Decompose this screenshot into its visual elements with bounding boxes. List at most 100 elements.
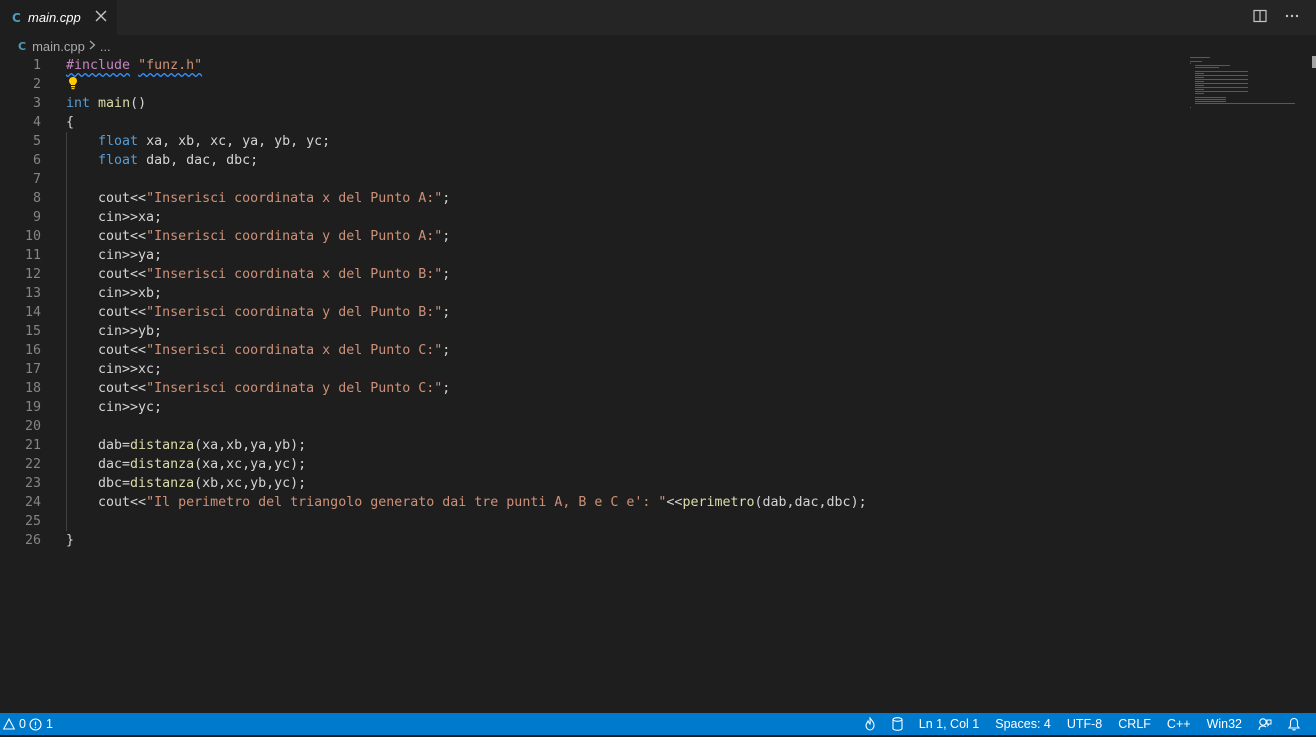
code-line[interactable]: 13 cin>>xb; xyxy=(0,284,1185,303)
language-mode[interactable]: C++ xyxy=(1159,713,1199,735)
code-token: perimetro xyxy=(682,495,755,510)
code-line[interactable]: 12 cout<<"Inserisci coordinata x del Pun… xyxy=(0,265,1185,284)
code-token: cout<< xyxy=(66,191,147,206)
code-line[interactable]: 26} xyxy=(0,531,1185,550)
indentation[interactable]: Spaces: 4 xyxy=(987,713,1059,735)
end-of-line[interactable]: CRLF xyxy=(1110,713,1159,735)
code-line[interactable]: 20 xyxy=(0,417,1185,436)
line-number: 5 xyxy=(32,134,41,149)
code-token: ; xyxy=(442,305,451,320)
code-token: cin>>xc; xyxy=(66,362,163,377)
code-line[interactable]: 23 dbc=distanza(xb,xc,yb,yc); xyxy=(0,474,1185,493)
close-icon[interactable] xyxy=(93,8,109,26)
flame-icon[interactable] xyxy=(856,713,884,735)
code-line[interactable]: 8 cout<<"Inserisci coordinata x del Punt… xyxy=(0,189,1185,208)
code-token: dab, dac, dbc; xyxy=(138,153,259,168)
lightbulb-icon[interactable] xyxy=(68,76,78,96)
code-line[interactable]: 6 float dab, dac, dbc; xyxy=(0,151,1185,170)
code-token: distanza xyxy=(130,438,195,453)
code-text: cin>>yb; xyxy=(66,322,162,341)
code-token: (xb,xc,yb,yc); xyxy=(194,476,307,491)
tab-main-cpp[interactable]: C main.cpp xyxy=(0,0,117,35)
code-line[interactable]: 11 cin>>ya; xyxy=(0,246,1185,265)
minimap-line xyxy=(1194,99,1226,100)
code-editor[interactable]: 1 #include "funz.h" 2 3 int main() 4{5 float … xyxy=(0,56,1185,713)
code-text: cout<<"Il perimetro del triangolo genera… xyxy=(66,493,867,512)
breadcrumb-symbols[interactable]: ... xyxy=(100,39,111,54)
minimap-line xyxy=(1194,83,1248,84)
minimap[interactable] xyxy=(1188,56,1304,116)
code-line[interactable]: 14 cout<<"Inserisci coordinata y del Pun… xyxy=(0,303,1185,322)
encoding[interactable]: UTF-8 xyxy=(1059,713,1110,735)
split-editor-icon[interactable] xyxy=(1252,8,1268,24)
code-line[interactable]: 2 xyxy=(0,75,1185,94)
code-token: (xa,xb,ya,yb); xyxy=(194,438,307,453)
code-text: cout<<"Inserisci coordinata y del Punto … xyxy=(66,379,450,398)
code-line[interactable]: 24 cout<<"Il perimetro del triangolo gen… xyxy=(0,493,1185,512)
line-number: 13 xyxy=(24,286,41,301)
database-icon[interactable] xyxy=(884,713,911,735)
code-token: cout<< xyxy=(66,229,147,244)
code-token: cout<< xyxy=(66,381,147,396)
minimap-line xyxy=(1194,97,1226,98)
breadcrumb-file[interactable]: main.cpp xyxy=(32,39,85,54)
code-text: #include "funz.h" xyxy=(66,56,202,75)
code-token: main xyxy=(98,96,131,111)
code-line[interactable]: 17 cin>>xc; xyxy=(0,360,1185,379)
more-actions-icon[interactable] xyxy=(1284,8,1300,24)
cpp-file-icon: C xyxy=(12,10,21,25)
code-line[interactable]: 1 #include "funz.h" xyxy=(0,56,1185,75)
code-line[interactable]: 3 int main() xyxy=(0,94,1185,113)
code-text: cout<<"Inserisci coordinata x del Punto … xyxy=(66,341,450,360)
code-token: "funz.h" xyxy=(138,58,203,73)
code-line[interactable]: 10 cout<<"Inserisci coordinata y del Pun… xyxy=(0,227,1185,246)
code-text: float dab, dac, dbc; xyxy=(66,151,258,170)
minimap-line xyxy=(1190,107,1192,108)
minimap-line xyxy=(1194,91,1248,92)
code-token: ; xyxy=(442,267,451,282)
line-number: 20 xyxy=(24,419,41,434)
code-token: #include xyxy=(66,58,131,73)
problems-indicator[interactable]: 0 1 xyxy=(2,713,53,735)
code-line[interactable]: 9 cin>>xa; xyxy=(0,208,1185,227)
code-token: { xyxy=(66,115,75,130)
minimap-line xyxy=(1194,79,1248,80)
code-token: dac= xyxy=(66,457,131,472)
platform-configuration[interactable]: Win32 xyxy=(1199,713,1250,735)
code-text: cin>>xc; xyxy=(66,360,162,379)
cpp-file-icon: C xyxy=(18,39,27,53)
line-number: 6 xyxy=(32,153,41,168)
status-bar: 0 1 Ln 1, Col 1 Spaces: 4 UTF-8 CRLF C++… xyxy=(0,713,1316,735)
code-line[interactable]: 22 dac=distanza(xa,xc,ya,yc); xyxy=(0,455,1185,474)
chevron-right-icon xyxy=(89,39,96,53)
code-line[interactable]: 15 cin>>yb; xyxy=(0,322,1185,341)
line-number: 10 xyxy=(24,229,41,244)
code-line[interactable]: 4{ xyxy=(0,113,1185,132)
minimap-line xyxy=(1194,101,1226,102)
feedback-icon[interactable] xyxy=(1250,713,1280,735)
code-token: ; xyxy=(442,343,451,358)
code-line[interactable]: 19 cin>>yc; xyxy=(0,398,1185,417)
code-token: dab= xyxy=(66,438,131,453)
code-line[interactable]: 18 cout<<"Inserisci coordinata y del Pun… xyxy=(0,379,1185,398)
code-token: (xa,xc,ya,yc); xyxy=(194,457,307,472)
code-line[interactable]: 25 xyxy=(0,512,1185,531)
code-token: "Inserisci coordinata x del Punto C:" xyxy=(146,343,443,358)
code-token: cout<< xyxy=(66,495,147,510)
vertical-scrollbar[interactable] xyxy=(1312,56,1316,68)
line-number: 17 xyxy=(24,362,41,377)
code-line[interactable]: 5 float xa, xb, xc, ya, yb, yc; xyxy=(0,132,1185,151)
code-line[interactable]: 21 dab=distanza(xa,xb,ya,yb); xyxy=(0,436,1185,455)
notifications-bell-icon[interactable] xyxy=(1280,713,1308,735)
editor-actions xyxy=(1252,8,1300,24)
code-line[interactable]: 7 xyxy=(0,170,1185,189)
minimap-line xyxy=(1194,87,1248,88)
cursor-position[interactable]: Ln 1, Col 1 xyxy=(911,713,987,735)
code-line[interactable]: 16 cout<<"Inserisci coordinata x del Pun… xyxy=(0,341,1185,360)
line-number: 11 xyxy=(24,248,41,263)
code-token: << xyxy=(666,495,683,510)
code-text: float xa, xb, xc, ya, yb, yc; xyxy=(66,132,330,151)
code-text: cin>>yc; xyxy=(66,398,162,417)
